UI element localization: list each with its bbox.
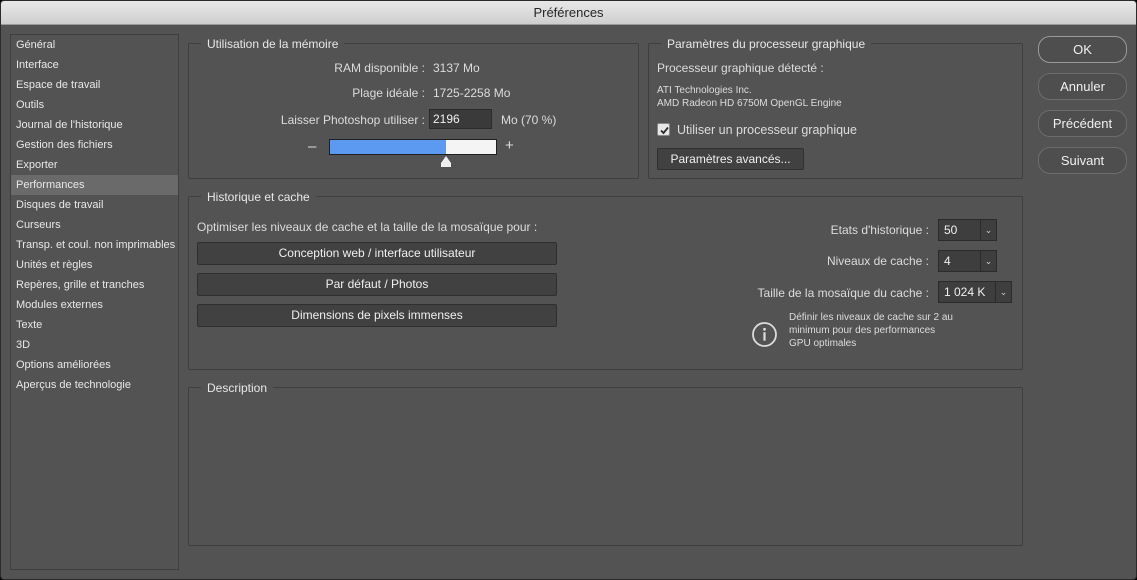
sidebar-item[interactable]: Modules externes <box>11 295 178 315</box>
memory-slider-handle[interactable] <box>441 156 451 163</box>
cache-tile-size-value: 1 024 K <box>944 285 986 299</box>
memory-usage-title: Utilisation de la mémoire <box>201 36 345 52</box>
sidebar-item[interactable]: Curseurs <box>11 215 178 235</box>
sidebar-item[interactable]: Exporter <box>11 155 178 175</box>
memory-slider-track[interactable] <box>329 139 497 155</box>
cache-levels-select[interactable]: 4 ⌄ <box>938 250 997 272</box>
previous-button[interactable]: Précédent <box>1038 110 1127 137</box>
cache-tile-size-label: Taille de la mosaïque du cache : <box>757 286 929 300</box>
sidebar-item[interactable]: Outils <box>11 95 178 115</box>
gpu-vendor: ATI Technologies Inc. <box>657 85 752 96</box>
huge-pixels-preset-button[interactable]: Dimensions de pixels immenses <box>197 304 557 327</box>
memory-slider-handle-base <box>441 163 451 167</box>
ram-available-label: RAM disponible : <box>334 61 425 75</box>
gpu-settings-title: Paramètres du processeur graphique <box>661 36 872 52</box>
cancel-button[interactable]: Annuler <box>1038 73 1127 100</box>
ideal-range-label: Plage idéale : <box>352 86 425 100</box>
sidebar-item[interactable]: Disques de travail <box>11 195 178 215</box>
sidebar-item[interactable]: Performances <box>11 175 178 195</box>
use-gpu-checkbox[interactable] <box>657 123 670 136</box>
history-cache-title: Historique et cache <box>201 189 316 205</box>
memory-decrease-button[interactable]: – <box>308 138 316 155</box>
gpu-model: AMD Radeon HD 6750M OpenGL Engine <box>657 98 842 109</box>
memory-increase-button[interactable]: + <box>505 137 514 154</box>
sidebar-item[interactable]: Journal de l'historique <box>11 115 178 135</box>
sidebar-item[interactable]: Repères, grille et tranches <box>11 275 178 295</box>
memory-slider-fill <box>330 140 446 154</box>
cache-info-line-3: GPU optimales <box>789 338 857 349</box>
sidebar-item[interactable]: Options améliorées <box>11 355 178 375</box>
window-title: Préférences <box>1 1 1136 25</box>
ok-button[interactable]: OK <box>1038 36 1127 63</box>
history-states-label: Etats d'historique : <box>830 223 929 237</box>
sidebar-item[interactable]: Unités et règles <box>11 255 178 275</box>
chevron-down-icon: ⌄ <box>995 282 1011 302</box>
advanced-gpu-settings-button[interactable]: Paramètres avancés... <box>657 148 804 170</box>
default-photos-preset-button[interactable]: Par défaut / Photos <box>197 273 557 296</box>
cache-levels-label: Niveaux de cache : <box>826 254 929 268</box>
sidebar-item[interactable]: Aperçus de technologie <box>11 375 178 395</box>
cache-info-line-2: minimum pour des performances <box>789 325 936 336</box>
cache-optimize-label: Optimiser les niveaux de cache et la tai… <box>197 220 538 234</box>
web-ui-preset-button[interactable]: Conception web / interface utilisateur <box>197 242 557 265</box>
next-button[interactable]: Suivant <box>1038 147 1127 174</box>
gpu-detected-label: Processeur graphique détecté : <box>657 61 824 75</box>
cache-info-line-1: Définir les niveaux de cache sur 2 au <box>789 312 953 323</box>
chevron-down-icon: ⌄ <box>980 251 996 271</box>
sidebar-item[interactable]: Gestion des fichiers <box>11 135 178 155</box>
memory-allow-field[interactable] <box>429 109 492 129</box>
memory-allow-label: Laisser Photoshop utiliser : <box>280 113 425 127</box>
cache-tile-size-select[interactable]: 1 024 K ⌄ <box>938 281 1012 303</box>
preferences-sidebar: Général Interface Espace de travail Outils J… <box>10 34 179 570</box>
sidebar-item[interactable]: Texte <box>11 315 178 335</box>
use-gpu-label[interactable]: Utiliser un processeur graphique <box>677 123 857 137</box>
preferences-window: Préférences Général Interface Espace de tr… <box>0 0 1137 580</box>
cache-levels-value: 4 <box>944 254 951 268</box>
description-title: Description <box>201 380 274 396</box>
sidebar-item[interactable]: 3D <box>11 335 178 355</box>
memory-allow-unit: Mo (70 %) <box>501 113 557 127</box>
chevron-down-icon: ⌄ <box>980 220 996 240</box>
ideal-range-value: 1725-2258 Mo <box>433 86 511 100</box>
description-group: Description <box>188 380 1023 546</box>
ram-available-value: 3137 Mo <box>433 61 480 75</box>
history-states-value: 50 <box>944 223 958 237</box>
history-states-select[interactable]: 50 ⌄ <box>938 219 997 241</box>
sidebar-item[interactable]: Interface <box>11 55 178 75</box>
info-icon <box>752 322 777 347</box>
sidebar-item[interactable]: Général <box>11 35 178 55</box>
sidebar-item[interactable]: Espace de travail <box>11 75 178 95</box>
checkmark-icon <box>660 126 669 135</box>
memory-allow-input[interactable] <box>433 112 491 126</box>
sidebar-item[interactable]: Transp. et coul. non imprimables <box>11 235 178 255</box>
